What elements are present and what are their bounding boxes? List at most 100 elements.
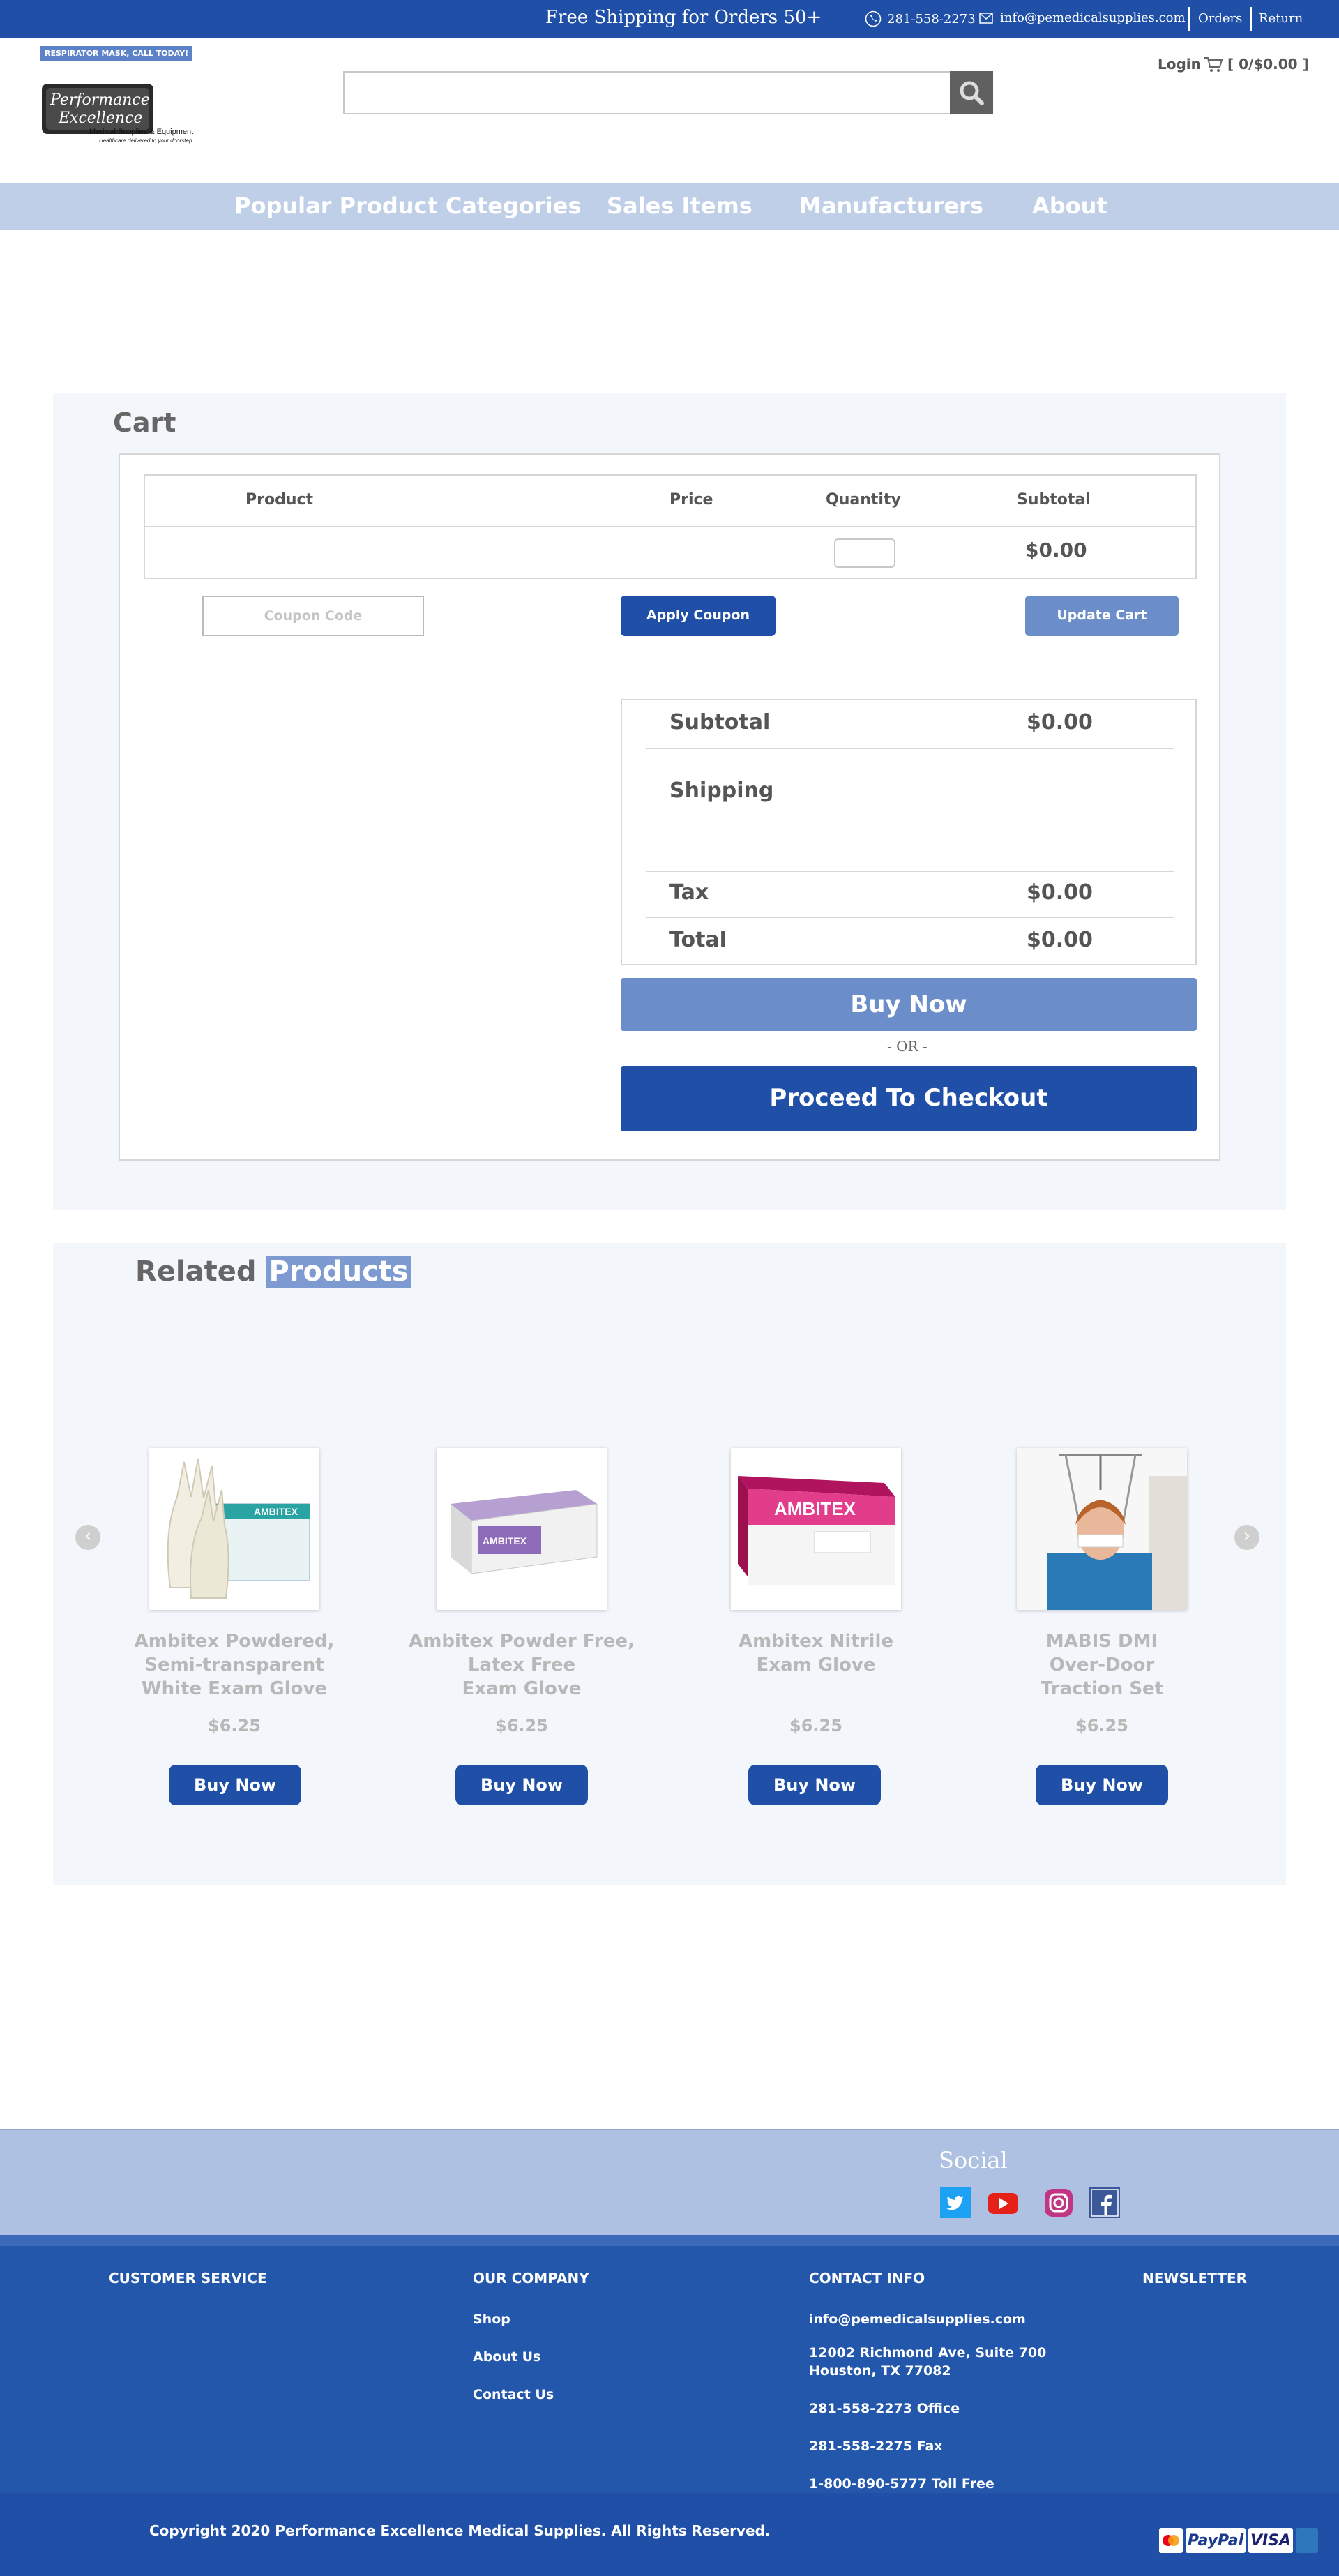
divider: [646, 917, 1174, 918]
proceed-to-checkout-button[interactable]: Proceed To Checkout: [621, 1066, 1197, 1131]
nav-popular-categories[interactable]: Popular Product Categories: [234, 193, 581, 219]
social-band: [0, 2129, 1339, 2235]
totals-subtotal-value: $0.00: [1027, 710, 1093, 735]
product-price-2: $6.25: [495, 1716, 548, 1735]
footer-link-about[interactable]: About Us: [473, 2348, 540, 2366]
product-image-ambitex-powder-free[interactable]: AMBITEX: [437, 1448, 607, 1610]
search-input[interactable]: [343, 71, 951, 114]
footer-contact-heading: CONTACT INFO: [809, 2270, 925, 2287]
footer-office-phone[interactable]: 281-558-2273 Office: [809, 2400, 960, 2418]
totals-total-label: Total: [670, 928, 727, 952]
nav-about[interactable]: About: [1032, 193, 1107, 219]
nav-manufacturers[interactable]: Manufacturers: [799, 193, 983, 219]
footer-link-contact[interactable]: Contact Us: [473, 2386, 554, 2404]
facebook-icon[interactable]: [1089, 2187, 1120, 2218]
quantity-input[interactable]: [834, 538, 895, 568]
related-products-title: Related Products: [135, 1256, 411, 1288]
box-brand-text: AMBITEX: [483, 1535, 527, 1546]
box-brand-text: AMBITEX: [774, 1498, 856, 1519]
footer-newsletter-heading: NEWSLETTER: [1142, 2270, 1248, 2287]
mastercard-icon: [1159, 2528, 1183, 2553]
carousel-next-button[interactable]: ›: [1234, 1525, 1259, 1550]
cart-table-header: Product Price Quantity Subtotal: [145, 476, 1195, 527]
footer-address-line-2: Houston, TX 77082: [809, 2363, 951, 2379]
footer-fax: 281-558-2275 Fax: [809, 2439, 943, 2454]
phone-number: 281-558-2273: [887, 11, 976, 27]
related-title-text: Related: [135, 1256, 257, 1288]
cart-icon: [1204, 57, 1223, 72]
product-buy-now-button-2[interactable]: Buy Now: [455, 1765, 588, 1805]
totals-total-value: $0.00: [1027, 928, 1093, 952]
twitter-icon[interactable]: [940, 2187, 971, 2218]
social-title: Social: [939, 2147, 1008, 2174]
totals-tax-label: Tax: [670, 880, 709, 905]
totals-subtotal-label: Subtotal: [670, 710, 771, 735]
product-buy-now-button-1[interactable]: Buy Now: [169, 1765, 301, 1805]
product-name-3[interactable]: Ambitex Nitrile Exam Glove: [690, 1629, 941, 1677]
product-name-2[interactable]: Ambitex Powder Free, Latex Free Exam Glo…: [396, 1629, 647, 1701]
footer-address-line-1: 12002 Richmond Ave, Suite 700: [809, 2345, 1047, 2360]
search-button[interactable]: [950, 71, 993, 114]
update-cart-button[interactable]: Update Cart: [1025, 596, 1179, 636]
footer-email[interactable]: info@pemedicalsupplies.com: [809, 2310, 1026, 2328]
nav-sales-items[interactable]: Sales Items: [607, 193, 752, 219]
col-subtotal: Subtotal: [1017, 491, 1091, 509]
cart-totals: Subtotal $0.00 Shipping Tax $0.00 Total …: [621, 699, 1197, 965]
logo-line-1: Performance: [50, 91, 150, 109]
orders-link[interactable]: Orders: [1188, 7, 1253, 31]
footer-our-company-heading: OUR COMPANY: [473, 2270, 589, 2287]
product-image-ambitex-powdered[interactable]: AMBITEX: [149, 1448, 319, 1610]
promo-badge[interactable]: RESPIRATOR MASK, CALL TODAY!: [40, 46, 193, 61]
paypal-icon: PayPal: [1186, 2528, 1246, 2553]
cart-link[interactable]: [ 0/$0.00 ]: [1204, 56, 1309, 73]
col-product: Product: [245, 491, 314, 509]
email-link[interactable]: info@pemedicalsupplies.com: [979, 10, 1186, 25]
product-buy-now-button-4[interactable]: Buy Now: [1036, 1765, 1168, 1805]
buy-now-button[interactable]: Buy Now: [621, 978, 1197, 1031]
apply-coupon-button[interactable]: Apply Coupon: [621, 596, 776, 636]
product-price-1: $6.25: [208, 1716, 261, 1735]
product-name-4[interactable]: MABIS DMI Over-Door Traction Set: [976, 1629, 1227, 1701]
totals-shipping-label: Shipping: [670, 778, 774, 803]
youtube-icon[interactable]: [988, 2187, 1018, 2218]
product-image-mabis-traction[interactable]: [1017, 1448, 1187, 1610]
top-bar: Free Shipping for Orders 50+ 281-558-227…: [0, 0, 1339, 38]
coupon-input[interactable]: Coupon Code: [202, 596, 424, 636]
footer-customer-service-heading: CUSTOMER SERVICE: [109, 2270, 267, 2287]
logo-line-3: Medical Supplies & Equipment: [89, 128, 193, 136]
product-name-1[interactable]: Ambitex Powdered, Semi-transparent White…: [109, 1629, 360, 1701]
box-brand-text: AMBITEX: [254, 1506, 298, 1517]
product-price-4: $6.25: [1075, 1716, 1128, 1735]
divider: [646, 871, 1174, 872]
row-subtotal: $0.00: [1025, 538, 1087, 562]
totals-tax-value: $0.00: [1027, 880, 1093, 905]
amex-icon: [1296, 2528, 1318, 2553]
footer-toll-free[interactable]: 1-800-890-5777 Toll Free: [809, 2475, 994, 2493]
phone-link[interactable]: 281-558-2273: [865, 10, 976, 27]
footer-link-shop[interactable]: Shop: [473, 2310, 510, 2328]
mail-icon: [979, 12, 993, 24]
main-nav: Popular Product Categories Sales Items M…: [0, 183, 1339, 230]
instagram-icon[interactable]: [1043, 2187, 1074, 2218]
email-address: info@pemedicalsupplies.com: [1000, 10, 1186, 25]
search-icon: [960, 81, 984, 105]
cart-title: Cart: [113, 407, 176, 438]
cart-summary: [ 0/$0.00 ]: [1227, 56, 1309, 73]
phone-icon: [865, 10, 882, 27]
product-image-ambitex-nitrile[interactable]: AMBITEX: [731, 1448, 901, 1610]
col-price: Price: [670, 491, 713, 509]
site-logo[interactable]: Performance Excellence Medical Supplies …: [40, 82, 215, 146]
logo-line-2: Excellence: [58, 110, 142, 127]
carousel-prev-button[interactable]: ‹: [75, 1525, 100, 1550]
returns-link[interactable]: Return: [1259, 11, 1303, 26]
product-price-3: $6.25: [789, 1716, 842, 1735]
login-link[interactable]: Login: [1158, 56, 1201, 73]
cart-table: Product Price Quantity Subtotal $0.00: [144, 474, 1197, 579]
product-buy-now-button-3[interactable]: Buy Now: [748, 1765, 881, 1805]
related-title-highlight: Products: [266, 1256, 411, 1288]
visa-icon: VISA: [1248, 2528, 1293, 2553]
copyright-text: Copyright 2020 Performance Excellence Me…: [149, 2522, 771, 2539]
free-shipping-text: Free Shipping for Orders 50+: [545, 7, 822, 28]
logo-line-4: Healthcare delivered to your doorstep: [99, 137, 192, 144]
divider: [646, 748, 1174, 749]
